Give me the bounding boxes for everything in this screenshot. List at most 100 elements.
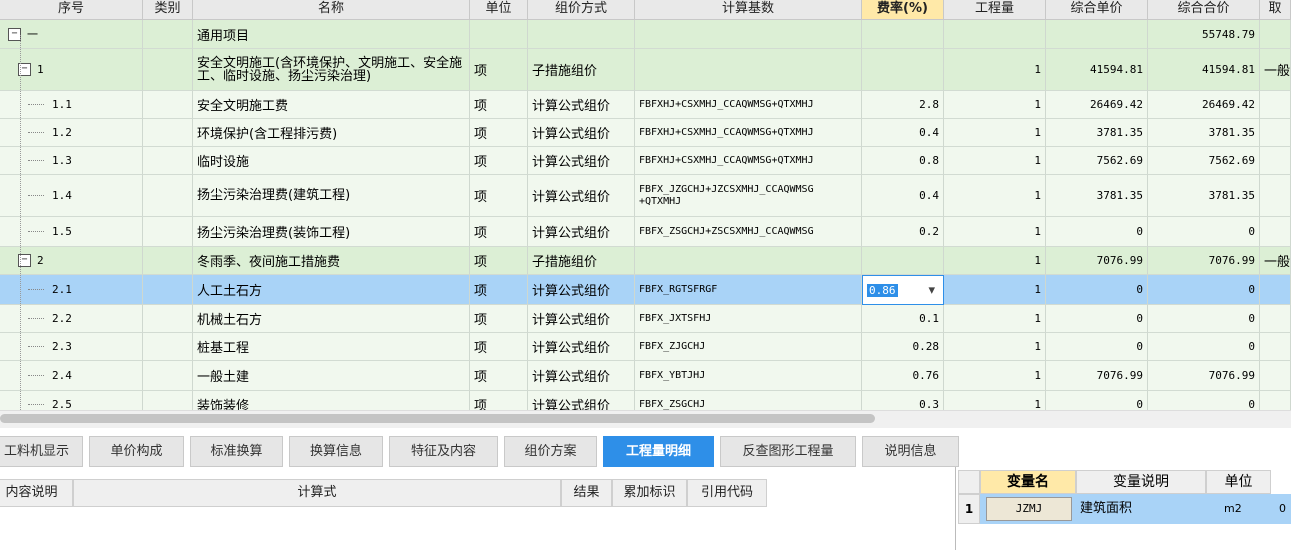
cell-extra: 一般: [1260, 49, 1291, 91]
table-row[interactable]: 1.3 临时设施项计算公式组价 FBFXHJ+CSXMHJ_CCAQWMSG+QTX…: [0, 147, 1291, 175]
table-row[interactable]: −1 安全文明施工(含环境保护、文明施工、安全施工、临时设施、扬尘污染治理) 项子措…: [0, 49, 1291, 91]
column-header-total[interactable]: 综合合价: [1148, 0, 1260, 20]
row-sequence: 1.1: [52, 98, 72, 111]
table-row[interactable]: 1.1 安全文明施工费项计算公式组价 FBFXHJ+CSXMHJ_CCAQWMSG+…: [0, 91, 1291, 119]
cell-seq: −1: [0, 49, 143, 91]
variable-col-0[interactable]: 变量名: [980, 470, 1076, 494]
detail-col-3[interactable]: 累加标识: [612, 479, 687, 507]
column-header-base[interactable]: 计算基数: [635, 0, 862, 20]
cell-rate[interactable]: 2.8: [862, 91, 944, 119]
cell-seq: 1.4: [0, 175, 143, 217]
variable-name[interactable]: JZMJ: [986, 497, 1072, 521]
cell-rate[interactable]: 0.76: [862, 361, 944, 391]
table-row[interactable]: 2.4 一般土建项计算公式组价 FBFX_YBTJHJ 0.76 1 7076.99 707…: [0, 361, 1291, 391]
tab-5[interactable]: 组价方案: [504, 436, 597, 467]
cell-rate[interactable]: 0.86 ▾: [862, 275, 944, 305]
tab-7[interactable]: 反查图形工程量: [720, 436, 856, 467]
row-sequence: 1: [37, 63, 44, 76]
cell-base: FBFX_JXTSFHJ: [635, 305, 862, 333]
cell-name[interactable]: 安全文明施工(含环境保护、文明施工、安全施工、临时设施、扬尘污染治理): [193, 49, 470, 91]
detail-col-4[interactable]: 引用代码: [687, 479, 767, 507]
cell-rate[interactable]: 0.4: [862, 175, 944, 217]
column-header-rate[interactable]: 费率(%): [862, 0, 944, 20]
cell-name[interactable]: 装饰装修: [193, 391, 470, 410]
cell-category: [143, 119, 193, 147]
dropdown-arrow-icon[interactable]: ▾: [928, 283, 935, 298]
cell-price: 41594.81: [1046, 49, 1148, 91]
cell-method: 计算公式组价: [528, 91, 635, 119]
tab-8[interactable]: 说明信息: [862, 436, 959, 467]
tab-3[interactable]: 换算信息: [289, 436, 383, 467]
table-row[interactable]: 2.1 人工土石方项计算公式组价 FBFX_RGTSFRGF 0.86 ▾ 1 0 0: [0, 275, 1291, 305]
tab-0[interactable]: 工料机显示: [0, 436, 83, 467]
column-header-unit[interactable]: 单位: [470, 0, 528, 20]
table-row[interactable]: 2.2 机械土石方项计算公式组价 FBFX_JXTSFHJ 0.1 1 0 0: [0, 305, 1291, 333]
variable-row-index: 1: [958, 494, 980, 524]
table-row[interactable]: −2 冬雨季、夜间施工措施费项子措施组价 1 7076.99 7076.99 一般: [0, 247, 1291, 275]
tab-2[interactable]: 标准换算: [190, 436, 283, 467]
cell-qty: 1: [944, 119, 1046, 147]
column-header-name[interactable]: 名称: [193, 0, 470, 20]
cell-method: 计算公式组价: [528, 217, 635, 247]
cell-name[interactable]: 通用项目: [193, 20, 470, 49]
rate-input[interactable]: 0.86: [867, 283, 898, 297]
cell-name[interactable]: 临时设施: [193, 147, 470, 175]
cell-qty: 1: [944, 305, 1046, 333]
detail-col-0[interactable]: 内容说明: [0, 479, 73, 507]
column-header-qty[interactable]: 工程量: [944, 0, 1046, 20]
cell-rate[interactable]: 0.28: [862, 333, 944, 361]
cell-name[interactable]: 桩基工程: [193, 333, 470, 361]
table-row[interactable]: 2.3 桩基工程项计算公式组价 FBFX_ZJGCHJ 0.28 1 0 0: [0, 333, 1291, 361]
table-row[interactable]: − 一 通用项目 55748.79: [0, 20, 1291, 49]
variable-row[interactable]: JZMJ 建筑面积 m2 0: [980, 494, 1291, 524]
cell-rate[interactable]: 0.2: [862, 217, 944, 247]
cell-rate[interactable]: [862, 49, 944, 91]
cell-name[interactable]: 一般土建: [193, 361, 470, 391]
column-header-extra[interactable]: 取: [1260, 0, 1291, 20]
table-row[interactable]: 1.4 扬尘污染治理费(建筑工程) 项计算公式组价 FBFX_JZGCHJ+JZCSX…: [0, 175, 1291, 217]
cell-unit: 项: [470, 275, 528, 305]
tree-connector: [28, 104, 44, 105]
variable-col-2[interactable]: 单位: [1206, 470, 1271, 494]
table-row[interactable]: 1.2 环境保护(含工程排污费) 项计算公式组价 FBFXHJ+CSXMHJ_CCAQ…: [0, 119, 1291, 147]
cell-base: [635, 20, 862, 49]
cell-category: [143, 217, 193, 247]
cell-name[interactable]: 环境保护(含工程排污费): [193, 119, 470, 147]
cell-name[interactable]: 冬雨季、夜间施工措施费: [193, 247, 470, 275]
cell-name[interactable]: 安全文明施工费: [193, 91, 470, 119]
cell-name[interactable]: 扬尘污染治理费(建筑工程): [193, 175, 470, 217]
cell-base: FBFX_ZSGCHJ+ZSCSXMHJ_CCAQWMSG: [635, 217, 862, 247]
table-row[interactable]: 2.5 装饰装修项计算公式组价 FBFX_ZSGCHJ 0.3 1 0 0: [0, 391, 1291, 410]
cell-qty: [944, 20, 1046, 49]
tab-6[interactable]: 工程量明细: [603, 436, 714, 467]
cell-name[interactable]: 人工土石方: [193, 275, 470, 305]
cell-rate[interactable]: 0.8: [862, 147, 944, 175]
cell-name[interactable]: 扬尘污染治理费(装饰工程): [193, 217, 470, 247]
column-header-method[interactable]: 组价方式: [528, 0, 635, 20]
column-header-seq[interactable]: 序号: [0, 0, 143, 20]
detail-col-2[interactable]: 结果: [561, 479, 612, 507]
cell-rate[interactable]: [862, 20, 944, 49]
variable-col-1[interactable]: 变量说明: [1076, 470, 1206, 494]
column-header-category[interactable]: 类别: [143, 0, 193, 20]
cell-name[interactable]: 机械土石方: [193, 305, 470, 333]
column-header-price[interactable]: 综合单价: [1046, 0, 1148, 20]
row-sequence: 1.2: [52, 126, 72, 139]
tab-4[interactable]: 特征及内容: [389, 436, 498, 467]
tab-1[interactable]: 单价构成: [89, 436, 184, 467]
table-row[interactable]: 1.5 扬尘污染治理费(装饰工程) 项计算公式组价 FBFX_ZSGCHJ+ZSCSX…: [0, 217, 1291, 247]
cell-rate[interactable]: 0.1: [862, 305, 944, 333]
cell-base: FBFX_ZSGCHJ: [635, 391, 862, 410]
cell-category: [143, 49, 193, 91]
cell-seq: 1.1: [0, 91, 143, 119]
cell-method: 子措施组价: [528, 247, 635, 275]
cell-base: FBFXHJ+CSXMHJ_CCAQWMSG+QTXMHJ: [635, 119, 862, 147]
cell-rate[interactable]: 0.3: [862, 391, 944, 410]
cell-rate[interactable]: 0.4: [862, 119, 944, 147]
cell-extra: [1260, 305, 1291, 333]
cell-rate[interactable]: [862, 247, 944, 275]
cell-seq: 1.5: [0, 217, 143, 247]
cell-unit: 项: [470, 391, 528, 410]
detail-col-1[interactable]: 计算式: [73, 479, 561, 507]
scrollbar-thumb[interactable]: [0, 414, 875, 423]
